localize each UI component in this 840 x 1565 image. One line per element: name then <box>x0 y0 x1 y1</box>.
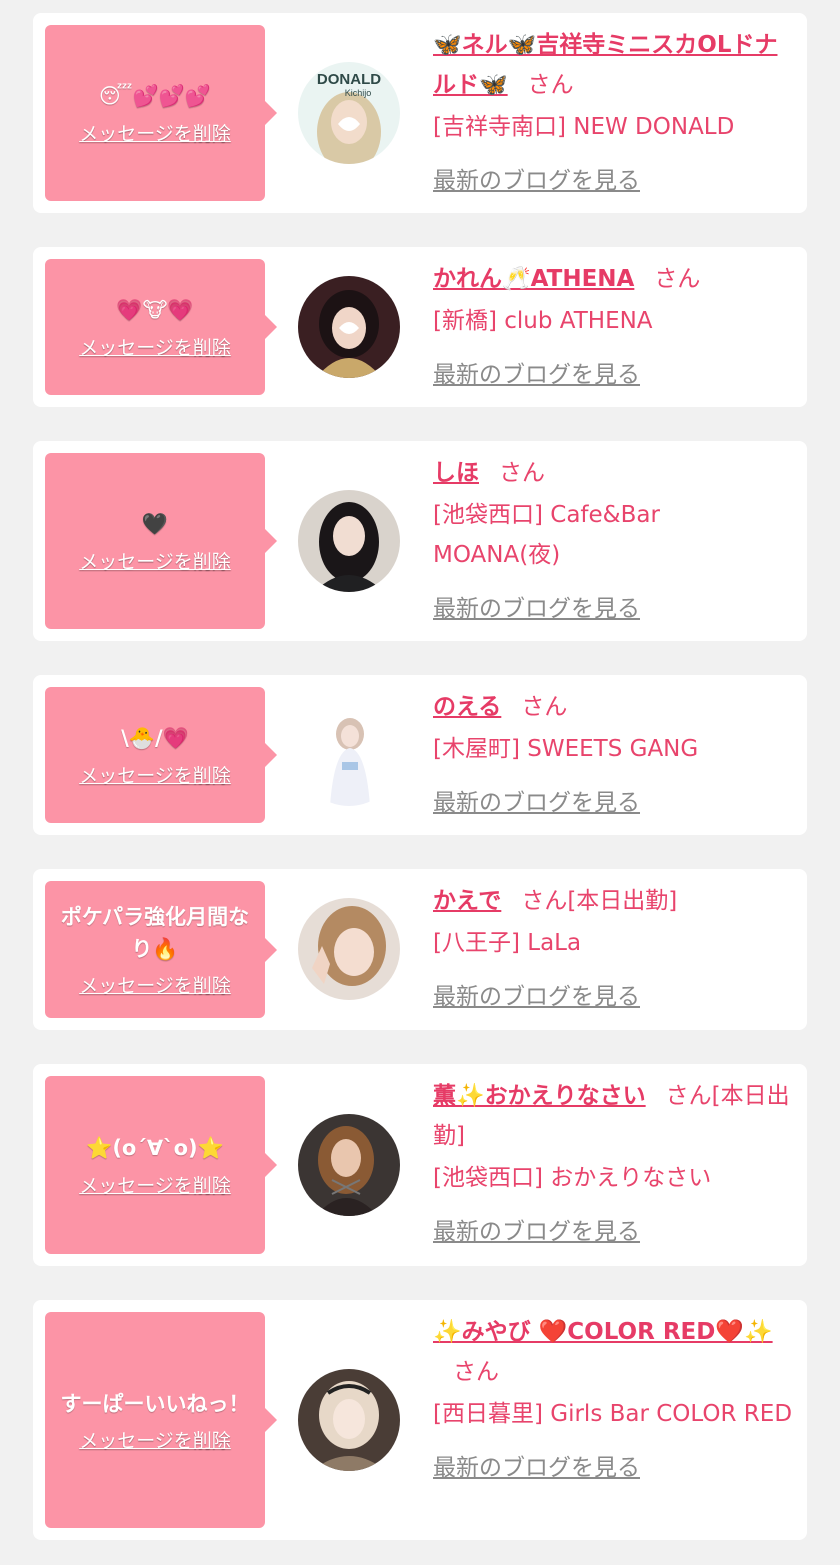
avatar[interactable] <box>298 276 400 378</box>
latest-blog-link[interactable]: 最新のブログを見る <box>433 1212 793 1252</box>
honorific: さん <box>527 72 574 98</box>
profile-info: しほ さん [池袋西口] Cafe&Bar MOANA(夜) 最新のブログを見る <box>433 453 793 629</box>
message-bubble: 💗🐮💗 メッセージを削除 <box>45 259 277 395</box>
avatar-photo-icon <box>298 898 400 1000</box>
cast-name-link[interactable]: のえる <box>433 694 501 720</box>
cast-name-link[interactable]: 🦋ネル🦋吉祥寺ミニスカOLドナルド🦋 <box>433 32 777 98</box>
delete-message-link[interactable]: メッセージを削除 <box>79 119 231 146</box>
delete-message-link[interactable]: メッセージを削除 <box>79 971 231 998</box>
avatar-photo-icon <box>298 276 400 378</box>
favorite-card: ポケパラ強化月間なり🔥 メッセージを削除 かえで さん[本日出勤] [八王子] L… <box>33 869 807 1030</box>
latest-blog-link[interactable]: 最新のブログを見る <box>433 977 793 1017</box>
message-text: ポケパラ強化月間なり🔥 <box>60 905 250 961</box>
shop-label: [八王子] LaLa <box>433 930 582 956</box>
cast-name-link[interactable]: 薫✨おかえりなさい <box>433 1083 646 1109</box>
svg-text:Kichijo: Kichijo <box>345 88 372 98</box>
honorific: さん <box>654 266 701 292</box>
delete-message-link[interactable]: メッセージを削除 <box>79 1426 231 1453</box>
delete-message-link[interactable]: メッセージを削除 <box>79 761 231 788</box>
message-text: すーぱーいいねっ！ <box>60 1391 250 1416</box>
cast-name-link[interactable]: かえで <box>433 888 501 914</box>
favorite-card: 🖤 メッセージを削除 しほ さん [池袋西口] Cafe&Bar MOANA(夜)… <box>33 441 807 641</box>
latest-blog-link[interactable]: 最新のブログを見る <box>433 783 793 823</box>
shop-label: [池袋西口] Cafe&Bar MOANA(夜) <box>433 502 660 568</box>
avatar-photo-icon <box>298 704 400 806</box>
shop-label: [吉祥寺南口] NEW DONALD <box>433 114 735 140</box>
honorific: さん <box>521 694 568 720</box>
message-text: 😴💕💕💕 <box>98 84 212 108</box>
message-bubble: すーぱーいいねっ！ メッセージを削除 <box>45 1312 277 1528</box>
message-text: 🖤 <box>141 512 169 536</box>
message-text: 💗🐮💗 <box>116 298 194 322</box>
avatar[interactable] <box>298 1369 400 1471</box>
shop-label: [木屋町] SWEETS GANG <box>433 736 699 762</box>
message-bubble: ⭐(o´∀`o)⭐ メッセージを削除 <box>45 1076 277 1254</box>
latest-blog-link[interactable]: 最新のブログを見る <box>433 355 793 395</box>
avatar[interactable] <box>298 490 400 592</box>
honorific: さん[本日出勤] <box>521 888 678 914</box>
favorite-card: ⭐(o´∀`o)⭐ メッセージを削除 薫✨おかえりなさい さん[本日出勤] [池袋… <box>33 1064 807 1266</box>
cast-name-link[interactable]: ✨みやび ❤️COLOR RED❤️✨ <box>433 1319 773 1345</box>
avatar[interactable]: DONALD Kichijo <box>298 62 400 164</box>
profile-info: かれん🥂ATHENA さん [新橋] club ATHENA 最新のブログを見る <box>433 259 793 395</box>
shop-label: [池袋西口] おかえりなさい <box>433 1165 712 1191</box>
latest-blog-link[interactable]: 最新のブログを見る <box>433 589 793 629</box>
profile-info: のえる さん [木屋町] SWEETS GANG 最新のブログを見る <box>433 687 793 823</box>
message-text: ⭐(o´∀`o)⭐ <box>86 1136 224 1160</box>
honorific: さん <box>499 460 545 486</box>
shop-label: [西日暮里] Girls Bar COLOR RED <box>433 1401 793 1427</box>
favorite-card: すーぱーいいねっ！ メッセージを削除 ✨みやび ❤️COLOR RED❤️✨ さん… <box>33 1300 807 1540</box>
honorific: さん <box>453 1359 499 1385</box>
avatar-photo-icon <box>298 490 400 592</box>
avatar-photo-icon: DONALD Kichijo <box>298 62 400 164</box>
delete-message-link[interactable]: メッセージを削除 <box>79 547 231 574</box>
favorite-card: \🐣/💗 メッセージを削除 のえる さん [木屋町] SWEETS GANG 最新… <box>33 675 807 835</box>
message-bubble: 😴💕💕💕 メッセージを削除 <box>45 25 277 201</box>
shop-label: [新橋] club ATHENA <box>433 308 653 334</box>
profile-info: 🦋ネル🦋吉祥寺ミニスカOLドナルド🦋 さん [吉祥寺南口] NEW DONALD … <box>433 25 793 201</box>
profile-info: 薫✨おかえりなさい さん[本日出勤] [池袋西口] おかえりなさい 最新のブログを… <box>433 1076 793 1252</box>
cast-name-link[interactable]: しほ <box>433 460 479 486</box>
delete-message-link[interactable]: メッセージを削除 <box>79 1171 231 1198</box>
avatar-photo-icon <box>298 1369 400 1471</box>
latest-blog-link[interactable]: 最新のブログを見る <box>433 1448 793 1488</box>
avatar-photo-icon <box>298 1114 400 1216</box>
favorite-card: 💗🐮💗 メッセージを削除 かれん🥂ATHENA さん [新橋] club ATHE… <box>33 247 807 407</box>
message-bubble: \🐣/💗 メッセージを削除 <box>45 687 277 823</box>
avatar[interactable] <box>298 704 400 806</box>
svg-text:DONALD: DONALD <box>317 71 381 88</box>
message-bubble: 🖤 メッセージを削除 <box>45 453 277 629</box>
avatar[interactable] <box>298 1114 400 1216</box>
delete-message-link[interactable]: メッセージを削除 <box>79 333 231 360</box>
profile-info: ✨みやび ❤️COLOR RED❤️✨ さん [西日暮里] Girls Bar C… <box>433 1312 793 1488</box>
message-text: \🐣/💗 <box>121 726 189 750</box>
cast-name-link[interactable]: かれん🥂ATHENA <box>433 266 634 292</box>
avatar[interactable] <box>298 898 400 1000</box>
profile-info: かえで さん[本日出勤] [八王子] LaLa 最新のブログを見る <box>433 881 793 1017</box>
favorite-card: 😴💕💕💕 メッセージを削除 DONALD Kichijo 🦋ネル🦋吉祥寺ミニスカ… <box>33 13 807 213</box>
message-bubble: ポケパラ強化月間なり🔥 メッセージを削除 <box>45 881 277 1018</box>
latest-blog-link[interactable]: 最新のブログを見る <box>433 161 793 201</box>
